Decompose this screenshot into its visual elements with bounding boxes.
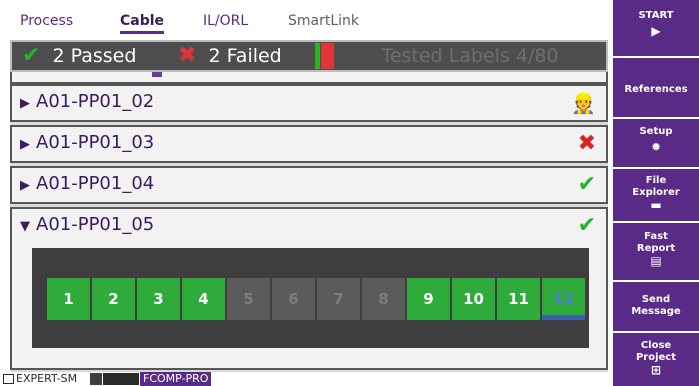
fiber-number: 3	[153, 290, 164, 308]
cable-row-02[interactable]: ▶ A01-PP01_02 👷	[10, 84, 608, 122]
tested-labels-count: Tested Labels 4/80	[381, 45, 559, 67]
fiber-number: 11	[508, 290, 529, 308]
tab-bar: Process Cable IL/ORL SmartLink	[0, 0, 613, 36]
test-summary-bar: ✔ 2 Passed ✖ 2 Failed Tested Labels 4/80	[10, 40, 608, 72]
fiber-number: 12	[553, 290, 574, 308]
check-icon: ✔	[22, 43, 41, 68]
module-icon	[3, 374, 14, 384]
passed-summary: ✔ 2 Passed	[22, 42, 136, 70]
expand-icon[interactable]: ▶	[20, 96, 30, 111]
setup-button[interactable]: Setup ✹	[613, 119, 699, 169]
profile-name: FCOMP-PRO	[140, 372, 212, 386]
cross-icon: ✖	[178, 43, 197, 68]
pass-icon: ✔	[577, 213, 596, 238]
passed-count: 2 Passed	[52, 45, 137, 67]
fiber-number: 6	[288, 290, 299, 308]
app-window: Process Cable IL/ORL SmartLink ✔ 2 Passe…	[0, 0, 699, 386]
operator-icon: 👷	[571, 91, 596, 115]
cable-label: A01-PP01_02	[36, 91, 155, 112]
right-sidebar: START ▶ References Setup ✹ File Explorer…	[613, 0, 699, 386]
fiber-cell-3[interactable]: 3	[137, 278, 180, 320]
fiber-number: 7	[333, 290, 344, 308]
cable-row-04[interactable]: ▶ A01-PP01_04 ✔	[10, 166, 608, 204]
pass-fail-indicator	[315, 43, 334, 69]
tab-smartlink[interactable]: SmartLink	[288, 13, 359, 29]
fiber-number: 8	[378, 290, 389, 308]
cable-label: A01-PP01_05	[36, 214, 155, 235]
fiber-number: 5	[243, 290, 254, 308]
cable-row-03[interactable]: ▶ A01-PP01_03 ✖	[10, 125, 608, 163]
fiber-cell-4[interactable]: 4	[182, 278, 225, 320]
fiber-number: 2	[108, 290, 119, 308]
folder-icon: ▬	[650, 198, 662, 212]
grid-icon: ⊞	[650, 363, 662, 377]
references-button[interactable]: References	[613, 58, 699, 119]
fiber-cell-1[interactable]: 1	[47, 278, 90, 320]
report-icon: ▤	[650, 254, 662, 268]
failed-count: 2 Failed	[208, 45, 282, 67]
cable-label: A01-PP01_04	[36, 173, 155, 194]
expand-icon[interactable]: ▶	[20, 137, 30, 152]
fail-icon: ✖	[577, 131, 596, 156]
fiber-number: 1	[63, 290, 74, 308]
status-bar: EXPERT-SM FCOMP-PRO	[0, 372, 613, 386]
send-message-button[interactable]: Send Message	[613, 282, 699, 333]
module-name: EXPERT-SM	[16, 372, 78, 385]
play-icon: ▶	[651, 24, 661, 38]
fiber-number: 4	[198, 290, 209, 308]
collapse-icon[interactable]: ▼	[20, 219, 30, 234]
instrument-icon	[103, 373, 139, 385]
tab-il-orl[interactable]: IL/ORL	[203, 13, 248, 29]
fiber-number: 9	[423, 290, 434, 308]
fiber-number: 10	[463, 290, 484, 308]
fiber-cell-11[interactable]: 11	[497, 278, 540, 320]
fiber-cell-10[interactable]: 10	[452, 278, 495, 320]
fiber-cell-12[interactable]: 12	[542, 278, 585, 320]
fiber-cell-8[interactable]: 8	[362, 278, 405, 320]
tab-process[interactable]: Process	[20, 13, 73, 29]
fiber-cell-2[interactable]: 2	[92, 278, 135, 320]
fast-report-button[interactable]: Fast Report ▤	[613, 223, 699, 282]
fiber-cell-6[interactable]: 6	[272, 278, 315, 320]
sensor-icon	[90, 373, 102, 385]
file-explorer-button[interactable]: File Explorer ▬	[613, 169, 699, 223]
fiber-cell-7[interactable]: 7	[317, 278, 360, 320]
list-item-partial[interactable]	[10, 72, 608, 84]
failed-summary: ✖ 2 Failed	[178, 42, 282, 70]
tab-cable[interactable]: Cable	[120, 13, 165, 34]
selected-indicator	[542, 315, 585, 320]
start-button[interactable]: START ▶	[613, 0, 699, 58]
pass-icon: ✔	[577, 172, 596, 197]
close-project-button[interactable]: Close Project ⊞	[613, 333, 699, 386]
fiber-cell-5[interactable]: 5	[227, 278, 270, 320]
cable-label: A01-PP01_03	[36, 132, 155, 153]
gear-icon: ✹	[650, 140, 662, 154]
expand-icon[interactable]: ▶	[20, 178, 30, 193]
fiber-cell-9[interactable]: 9	[407, 278, 450, 320]
